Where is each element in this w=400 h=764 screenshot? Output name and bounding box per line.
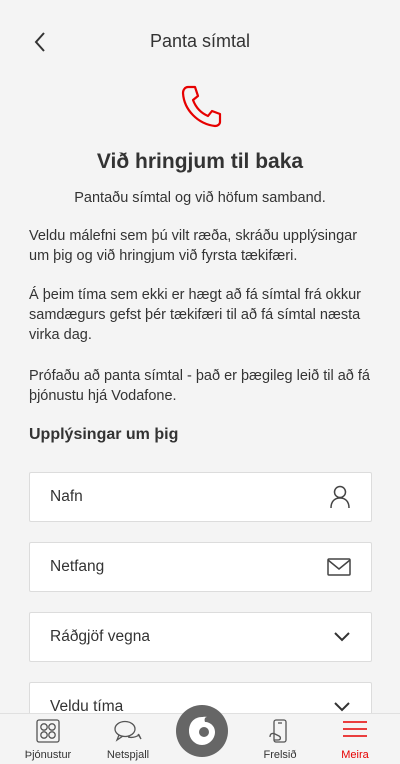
section-title: Upplýsingar um þig xyxy=(29,426,179,443)
email-field-placeholder: Netfang xyxy=(50,558,105,575)
envelope-icon xyxy=(327,558,351,576)
hamburger-menu-icon xyxy=(343,721,367,737)
chat-bubbles-icon xyxy=(114,720,142,742)
intro-paragraph-3: Prófaðu að panta símtal - það er þægileg… xyxy=(29,368,370,404)
phone-icon xyxy=(181,85,222,128)
intro-paragraph-2: Á þeim tíma sem ekki er hægt að fá símta… xyxy=(29,287,362,343)
advice-select-label: Ráðgjöf vegna xyxy=(50,628,150,645)
tab-more[interactable]: Meira xyxy=(315,714,395,764)
vodafone-home-button[interactable] xyxy=(176,705,228,757)
page-title: Panta símtal xyxy=(149,31,251,51)
grid-icon xyxy=(36,719,60,743)
tab-frelsid-label: Frelsið xyxy=(263,749,297,761)
tab-chat-label: Netspjall xyxy=(106,749,150,761)
name-field[interactable]: Nafn xyxy=(29,472,372,522)
tab-frelsid[interactable]: Frelsið xyxy=(240,714,320,764)
phone-topup-icon xyxy=(269,719,287,743)
chevron-down-icon xyxy=(334,632,350,642)
vodafone-logo-icon xyxy=(189,716,215,745)
tab-services-label: Þjónustur xyxy=(24,749,72,761)
headline: Við hringjum til baka xyxy=(96,150,304,173)
tab-chat[interactable]: Netspjall xyxy=(88,714,168,764)
intro-paragraph-1: Veldu málefni sem þú vilt ræða, skráðu u… xyxy=(29,228,358,264)
tab-more-label: Meira xyxy=(341,749,369,761)
subline: Pantaðu símtal og við höfum samband. xyxy=(74,190,326,206)
tab-services[interactable]: Þjónustur xyxy=(8,714,88,764)
advice-select[interactable]: Ráðgjöf vegna xyxy=(29,612,372,662)
header: Panta símtal xyxy=(0,0,400,84)
chevron-down-icon xyxy=(334,702,350,712)
person-icon xyxy=(330,485,350,509)
email-field[interactable]: Netfang xyxy=(29,542,372,592)
name-field-placeholder: Nafn xyxy=(50,488,83,505)
